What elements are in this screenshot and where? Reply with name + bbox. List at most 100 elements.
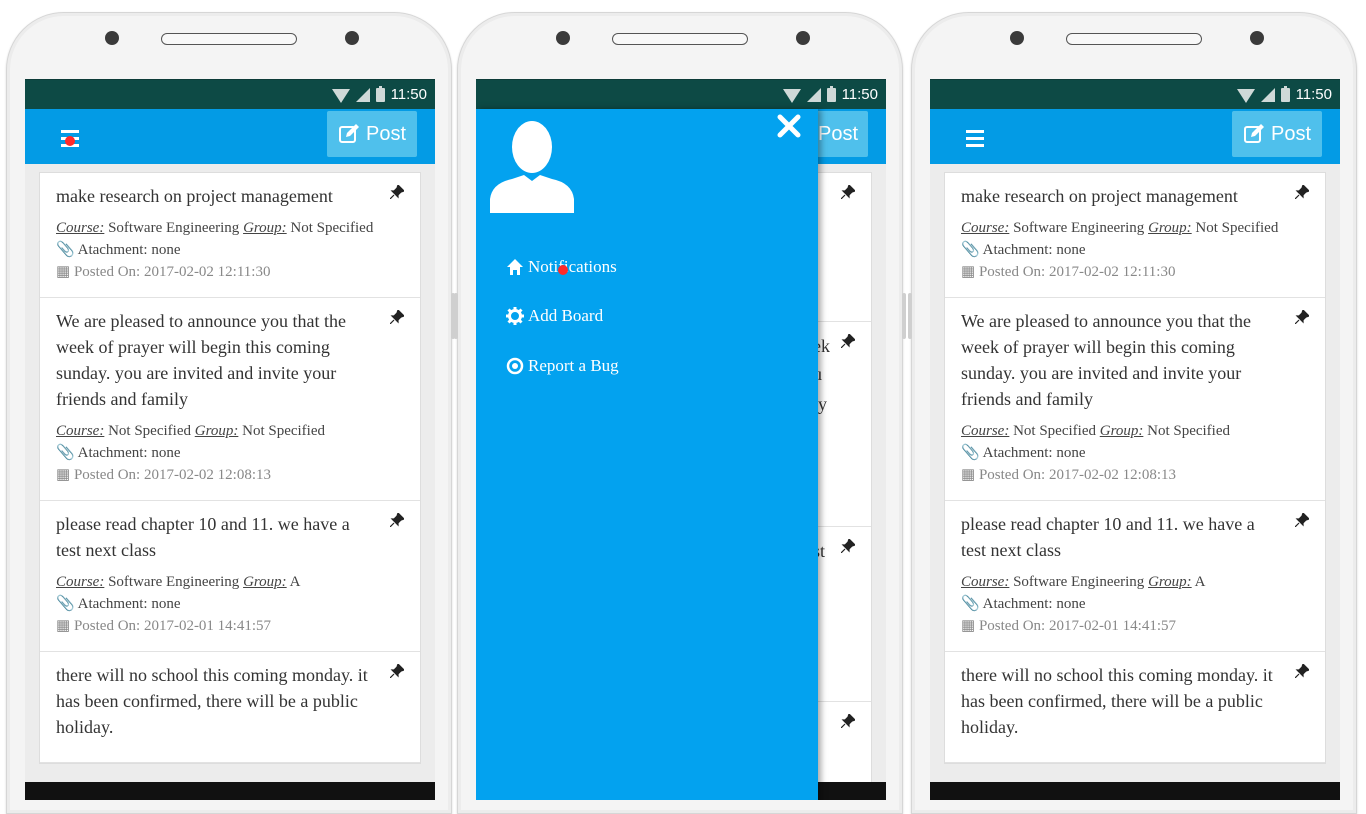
close-icon[interactable] <box>776 113 802 139</box>
system-nav-bar <box>25 782 435 800</box>
phone-left: 11:50 Post make research on project mana… <box>6 12 455 814</box>
pin-icon[interactable] <box>841 334 855 348</box>
post-course-group: Course: Not Specified Group: Not Specifi… <box>56 423 326 439</box>
post-course-group: Course: Not Specified Group: Not Specifi… <box>961 423 1231 439</box>
status-time: 11:50 <box>1295 86 1332 103</box>
post-message: make research on project management <box>961 186 1238 206</box>
post-button[interactable]: Post <box>1232 111 1322 157</box>
wifi-icon <box>331 88 350 103</box>
post-attachment: 📎 Atachment: none <box>961 242 1086 258</box>
status-time: 11:50 <box>841 86 878 103</box>
edit-icon <box>1243 124 1264 143</box>
post-message: there will no school this coming monday.… <box>56 665 368 737</box>
phone-right: 11:50 Post make research on project mana… <box>908 12 1357 814</box>
front-camera <box>1010 31 1024 45</box>
post-attachment: 📎 Atachment: none <box>961 596 1086 612</box>
post-button-label: Post <box>1270 122 1312 145</box>
post-button[interactable]: Post <box>327 111 417 157</box>
pin-icon[interactable] <box>1295 664 1309 678</box>
post-message: please read chapter 10 and 11. we have a… <box>56 514 350 560</box>
proximity-sensor <box>1250 31 1264 45</box>
menu-icon[interactable] <box>966 130 984 147</box>
drawer-item-add-board[interactable]: Add Board <box>506 306 603 326</box>
post-card[interactable]: please read chapter 10 and 11. we have a… <box>40 501 420 652</box>
post-course-group: Course: Software Engineering Group: A <box>56 574 301 590</box>
edit-icon <box>338 124 359 143</box>
post-card[interactable]: make research on project management Cour… <box>40 173 420 298</box>
battery-icon <box>375 85 385 102</box>
post-date: ▦ Posted On: 2017-02-02 12:11:30 <box>56 264 271 280</box>
speaker-grille <box>1066 33 1202 45</box>
post-card[interactable]: there will no school this coming monday.… <box>40 652 420 763</box>
pin-icon[interactable] <box>1295 185 1309 199</box>
side-button <box>908 293 912 339</box>
pin-icon[interactable] <box>1295 310 1309 324</box>
post-date: ▦ Posted On: 2017-02-01 14:41:57 <box>56 618 272 634</box>
post-card[interactable]: We are pleased to announce you that the … <box>945 298 1325 501</box>
post-button-label: Post <box>817 122 859 145</box>
post-button-label: Post <box>365 122 407 145</box>
post-course-group: Course: Software Engineering Group: Not … <box>961 220 1279 236</box>
drawer-item-report-bug[interactable]: Report a Bug <box>506 356 619 376</box>
proximity-sensor <box>796 31 810 45</box>
post-date: ▦ Posted On: 2017-02-02 12:08:13 <box>56 467 272 483</box>
app-bar: Post <box>930 109 1340 164</box>
status-bar: 11:50 <box>476 80 886 109</box>
drawer-item-label: Notifications <box>528 257 617 276</box>
drawer-item-label: Report a Bug <box>528 356 619 375</box>
target-icon <box>506 357 524 375</box>
side-button <box>454 293 458 339</box>
pin-icon[interactable] <box>390 513 404 527</box>
post-message: make research on project management <box>56 186 333 206</box>
front-camera <box>556 31 570 45</box>
post-feed: make research on project management Cour… <box>944 172 1326 764</box>
post-attachment: 📎 Atachment: none <box>961 445 1086 461</box>
tap-marker <box>558 265 568 275</box>
post-message: We are pleased to announce you that the … <box>56 311 346 409</box>
post-course-group: Course: Software Engineering Group: A <box>961 574 1206 590</box>
status-time: 11:50 <box>390 86 427 103</box>
app-bar: Post <box>25 109 435 164</box>
signal-icon <box>355 87 370 102</box>
screen: 11:50 Post make research on project mana… <box>25 79 435 800</box>
post-attachment: 📎 Atachment: none <box>56 242 181 258</box>
avatar-icon <box>490 121 574 213</box>
pin-icon[interactable] <box>390 310 404 324</box>
screen: 11:50 Post ek u ly st <box>476 79 886 800</box>
post-card[interactable]: there will no school this coming monday.… <box>945 652 1325 763</box>
wifi-icon <box>782 88 801 103</box>
post-course-group: Course: Software Engineering Group: Not … <box>56 220 374 236</box>
home-icon <box>507 259 523 275</box>
phone-middle: 11:50 Post ek u ly st <box>454 12 906 814</box>
post-card[interactable]: please read chapter 10 and 11. we have a… <box>945 501 1325 652</box>
pin-icon[interactable] <box>841 714 855 728</box>
tap-marker <box>65 136 75 146</box>
proximity-sensor <box>345 31 359 45</box>
pin-icon[interactable] <box>841 539 855 553</box>
pin-icon[interactable] <box>390 185 404 199</box>
pin-icon[interactable] <box>390 664 404 678</box>
post-message: please read chapter 10 and 11. we have a… <box>961 514 1255 560</box>
pin-icon[interactable] <box>1295 513 1309 527</box>
post-feed: make research on project management Cour… <box>39 172 421 764</box>
gear-icon <box>506 307 524 325</box>
wifi-icon <box>1236 88 1255 103</box>
post-card[interactable]: make research on project management Cour… <box>945 173 1325 298</box>
battery-icon <box>1280 85 1290 102</box>
pin-icon[interactable] <box>841 185 855 199</box>
navigation-drawer: Notifications Add Board Report a Bug <box>476 109 818 800</box>
drawer-item-label: Add Board <box>528 306 604 325</box>
post-card[interactable]: We are pleased to announce you that the … <box>40 298 420 501</box>
screen: 11:50 Post make research on project mana… <box>930 79 1340 800</box>
system-nav-bar <box>930 782 1340 800</box>
post-message: We are pleased to announce you that the … <box>961 311 1251 409</box>
post-attachment: 📎 Atachment: none <box>56 596 181 612</box>
battery-icon <box>826 85 836 102</box>
post-date: ▦ Posted On: 2017-02-01 14:41:57 <box>961 618 1177 634</box>
post-attachment: 📎 Atachment: none <box>56 445 181 461</box>
post-date: ▦ Posted On: 2017-02-02 12:11:30 <box>961 264 1176 280</box>
status-bar: 11:50 <box>25 80 435 109</box>
speaker-grille <box>161 33 297 45</box>
side-button <box>902 293 906 339</box>
post-message: there will no school this coming monday.… <box>961 665 1273 737</box>
